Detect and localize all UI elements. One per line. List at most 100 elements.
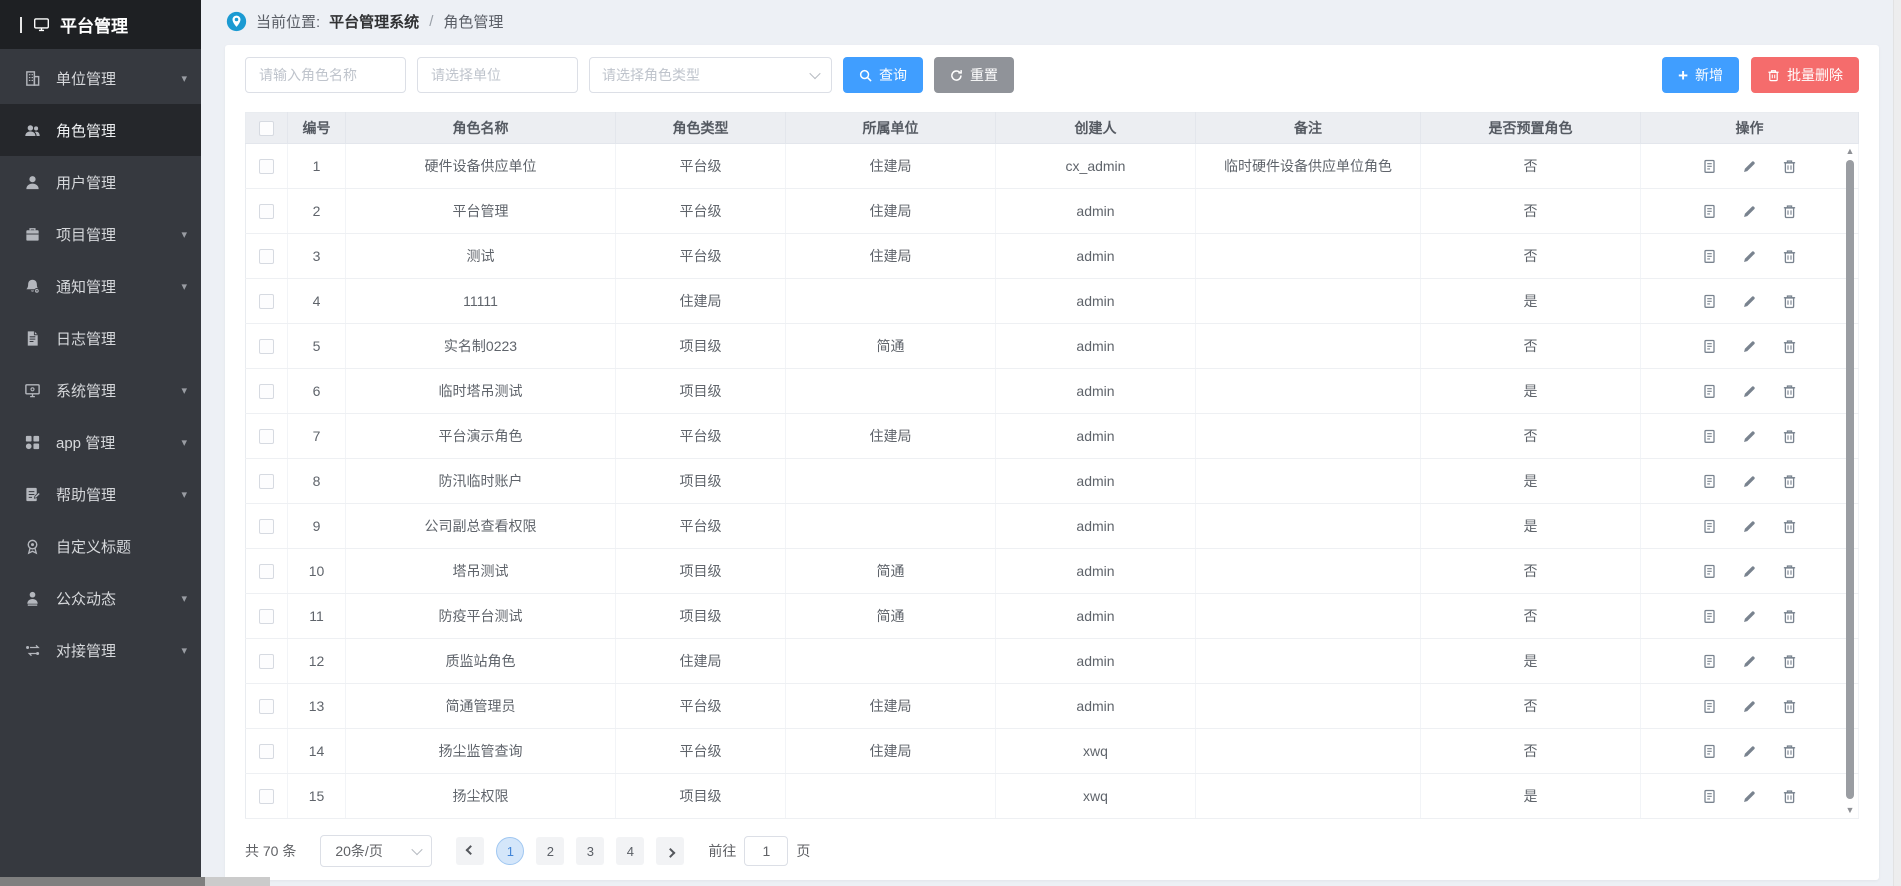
row-checkbox[interactable] [259, 564, 274, 579]
delete-icon[interactable] [1782, 204, 1797, 219]
select-all-checkbox[interactable] [259, 121, 274, 136]
row-checkbox[interactable] [259, 699, 274, 714]
edit-icon[interactable] [1742, 474, 1757, 489]
sidebar-item-help[interactable]: 帮助管理 ▾ [0, 468, 201, 520]
page-button-2[interactable]: 2 [536, 837, 564, 865]
view-icon[interactable] [1702, 429, 1717, 444]
delete-icon[interactable] [1782, 384, 1797, 399]
sidebar-item-user[interactable]: 用户管理 ▾ [0, 156, 201, 208]
sidebar-item-public[interactable]: 公众动态 ▾ [0, 572, 201, 624]
delete-icon[interactable] [1782, 789, 1797, 804]
view-icon[interactable] [1702, 519, 1717, 534]
edit-icon[interactable] [1742, 654, 1757, 669]
edit-icon[interactable] [1742, 564, 1757, 579]
main-area: 当前位置: 平台管理系统 / 角色管理 请选择角色类型 查询 [201, 0, 1901, 886]
page-size-select[interactable]: 20条/页 [320, 835, 432, 867]
horizontal-scrollbar-thumb-end[interactable] [205, 877, 270, 886]
page-button-1[interactable]: 1 [496, 837, 524, 865]
sidebar-item-system[interactable]: 系统管理 ▾ [0, 364, 201, 416]
view-icon[interactable] [1702, 474, 1717, 489]
add-button[interactable]: + 新增 [1662, 57, 1739, 93]
view-icon[interactable] [1702, 339, 1717, 354]
delete-icon[interactable] [1782, 429, 1797, 444]
view-icon[interactable] [1702, 384, 1717, 399]
row-checkbox[interactable] [259, 654, 274, 669]
edit-icon[interactable] [1742, 789, 1757, 804]
edit-icon[interactable] [1742, 699, 1757, 714]
view-icon[interactable] [1702, 294, 1717, 309]
delete-icon[interactable] [1782, 654, 1797, 669]
next-page-button[interactable] [656, 837, 684, 865]
table-scrollbar-thumb[interactable] [1846, 160, 1854, 799]
unit-select[interactable] [417, 57, 578, 93]
delete-icon[interactable] [1782, 699, 1797, 714]
sidebar-item-project[interactable]: 项目管理 ▾ [0, 208, 201, 260]
edit-icon[interactable] [1742, 384, 1757, 399]
edit-icon[interactable] [1742, 609, 1757, 624]
page-vertical-scrollbar[interactable] [1893, 0, 1901, 886]
row-checkbox[interactable] [259, 384, 274, 399]
delete-icon[interactable] [1782, 474, 1797, 489]
page-button-4[interactable]: 4 [616, 837, 644, 865]
search-button[interactable]: 查询 [843, 57, 923, 93]
table-scrollbar[interactable]: ▲ ▼ [1844, 144, 1856, 817]
sidebar-item-unit[interactable]: 单位管理 ▾ [0, 52, 201, 104]
delete-icon[interactable] [1782, 609, 1797, 624]
sidebar-item-app[interactable]: app 管理 ▾ [0, 416, 201, 468]
sidebar-item-notice[interactable]: 通知管理 ▾ [0, 260, 201, 312]
batch-delete-button[interactable]: 批量删除 [1751, 57, 1859, 93]
delete-icon[interactable] [1782, 519, 1797, 534]
row-checkbox[interactable] [259, 789, 274, 804]
delete-icon[interactable] [1782, 744, 1797, 759]
sidebar-item-integration[interactable]: 对接管理 ▾ [0, 624, 201, 676]
row-checkbox[interactable] [259, 744, 274, 759]
horizontal-scrollbar-thumb[interactable] [0, 877, 205, 886]
sidebar-item-role[interactable]: 角色管理 ▾ [0, 104, 201, 156]
scroll-down-icon[interactable]: ▼ [1844, 805, 1856, 815]
view-icon[interactable] [1702, 744, 1717, 759]
row-checkbox[interactable] [259, 339, 274, 354]
row-checkbox[interactable] [259, 204, 274, 219]
goto-page-input[interactable] [744, 836, 788, 866]
breadcrumb-root[interactable]: 平台管理系统 [329, 11, 419, 32]
edit-icon[interactable] [1742, 294, 1757, 309]
view-icon[interactable] [1702, 564, 1717, 579]
edit-icon[interactable] [1742, 339, 1757, 354]
page-button-3[interactable]: 3 [576, 837, 604, 865]
view-icon[interactable] [1702, 789, 1717, 804]
view-icon[interactable] [1702, 204, 1717, 219]
reset-button[interactable]: 重置 [934, 57, 1014, 93]
delete-icon[interactable] [1782, 339, 1797, 354]
edit-icon[interactable] [1742, 249, 1757, 264]
row-checkbox[interactable] [259, 294, 274, 309]
role-name-input[interactable] [245, 57, 406, 93]
view-icon[interactable] [1702, 699, 1717, 714]
delete-icon[interactable] [1782, 564, 1797, 579]
delete-icon[interactable] [1782, 249, 1797, 264]
cell-creator: admin [996, 279, 1196, 324]
role-type-select[interactable]: 请选择角色类型 [589, 57, 832, 93]
edit-icon[interactable] [1742, 204, 1757, 219]
row-checkbox[interactable] [259, 249, 274, 264]
row-checkbox[interactable] [259, 429, 274, 444]
sidebar-item-custom-title[interactable]: 自定义标题 ▾ [0, 520, 201, 572]
edit-icon[interactable] [1742, 744, 1757, 759]
row-checkbox[interactable] [259, 519, 274, 534]
edit-icon[interactable] [1742, 429, 1757, 444]
sidebar-item-log[interactable]: 日志管理 ▾ [0, 312, 201, 364]
view-icon[interactable] [1702, 654, 1717, 669]
view-icon[interactable] [1702, 249, 1717, 264]
scroll-up-icon[interactable]: ▲ [1844, 146, 1856, 156]
edit-icon[interactable] [1742, 519, 1757, 534]
row-checkbox[interactable] [259, 159, 274, 174]
view-icon[interactable] [1702, 159, 1717, 174]
cell-no: 6 [288, 369, 346, 414]
edit-icon[interactable] [1742, 159, 1757, 174]
prev-page-button[interactable] [456, 837, 484, 865]
view-icon[interactable] [1702, 609, 1717, 624]
delete-icon[interactable] [1782, 294, 1797, 309]
row-checkbox[interactable] [259, 474, 274, 489]
row-checkbox[interactable] [259, 609, 274, 624]
delete-icon[interactable] [1782, 159, 1797, 174]
chevron-down-icon [412, 844, 423, 855]
